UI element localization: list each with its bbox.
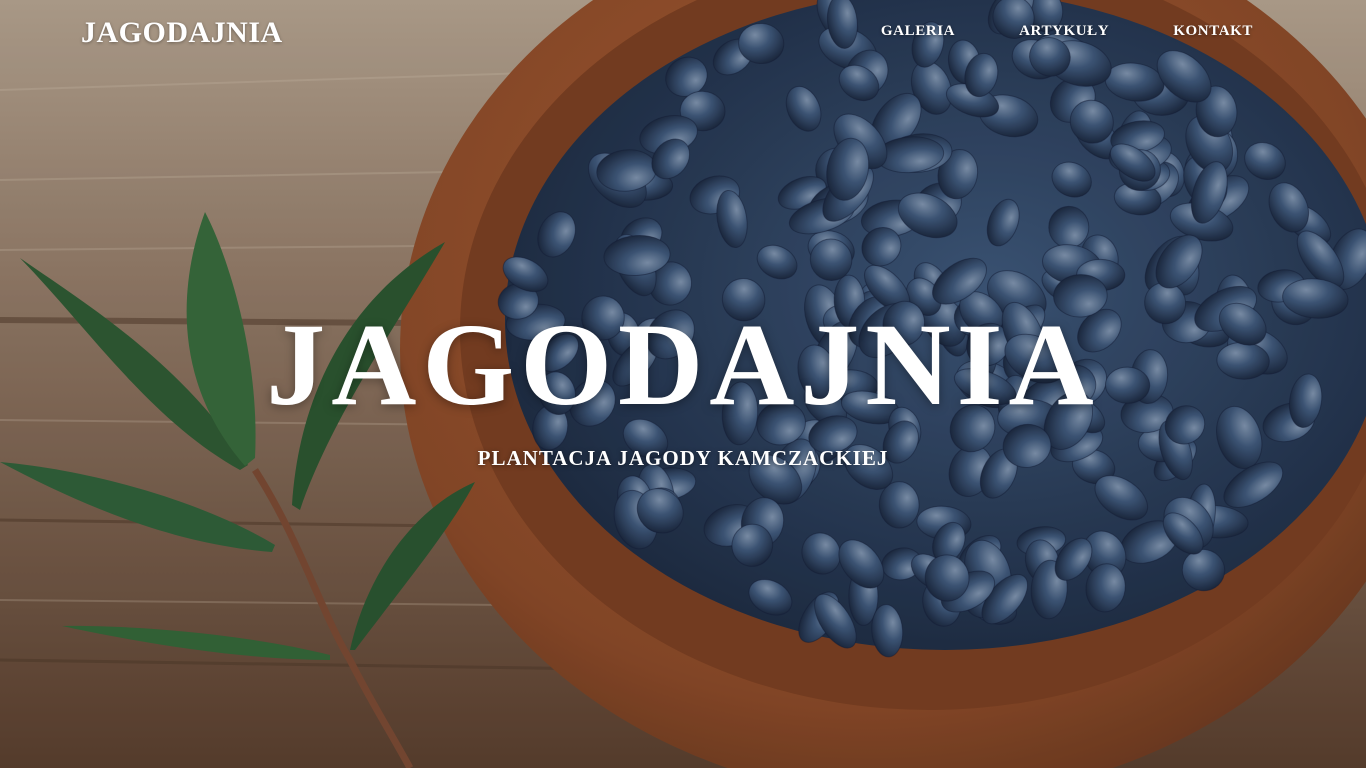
hero-title: JAGODAJNIA (266, 299, 1100, 430)
nav-link-artykuly[interactable]: ARTYKUŁY (1019, 23, 1109, 40)
site-logo-link[interactable]: JAGODAJNIA (81, 16, 283, 50)
site-header: JAGODAJNIA GALERIA ARTYKUŁY KONTAKT (0, 0, 1366, 64)
nav-link-galeria[interactable]: GALERIA (881, 23, 955, 40)
hero-subtitle: PLANTACJA JAGODY KAMCZACKIEJ (477, 446, 889, 470)
berry-shape (1048, 205, 1090, 249)
nav-link-kontakt[interactable]: KONTAKT (1173, 23, 1253, 40)
main-navigation: GALERIA ARTYKUŁY KONTAKT (881, 23, 1253, 40)
